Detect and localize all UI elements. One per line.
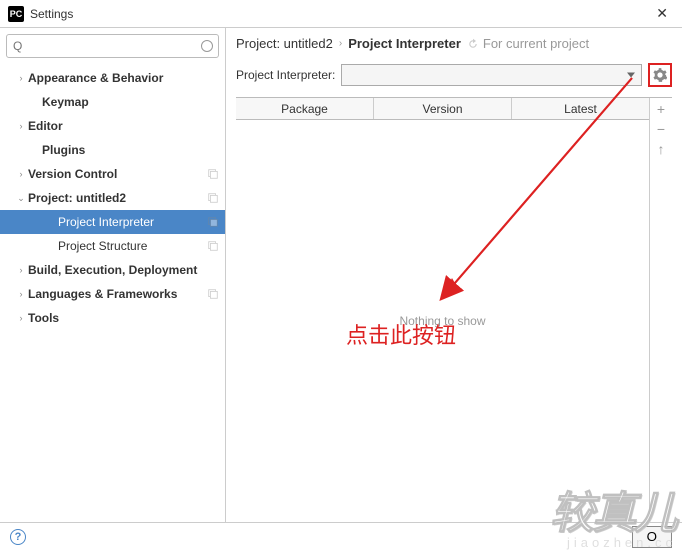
for-current-project-label: For current project <box>483 36 589 51</box>
tree-label: Editor <box>28 119 219 133</box>
tree-item-languages-frameworks[interactable]: ›Languages & Frameworks <box>0 282 225 306</box>
tree-label: Plugins <box>42 143 219 157</box>
titlebar: PC Settings ✕ <box>0 0 682 28</box>
expand-icon: › <box>14 121 28 131</box>
tree-label: Appearance & Behavior <box>28 71 219 85</box>
window-title: Settings <box>30 7 73 21</box>
reset-icon <box>467 38 479 50</box>
remove-package-button[interactable]: − <box>652 120 670 138</box>
tree-item-project-untitled2[interactable]: ⌄Project: untitled2 <box>0 186 225 210</box>
table-body: Nothing to show <box>236 120 649 522</box>
tree-item-project-structure[interactable]: Project Structure <box>0 234 225 258</box>
tree-label: Tools <box>28 311 219 325</box>
scope-icon <box>207 192 219 204</box>
tree-item-tools[interactable]: ›Tools <box>0 306 225 330</box>
tree-label: Project: untitled2 <box>28 191 207 205</box>
tree-label: Keymap <box>42 95 219 109</box>
tree-item-plugins[interactable]: Plugins <box>0 138 225 162</box>
expand-icon: › <box>14 169 28 179</box>
interpreter-dropdown[interactable] <box>341 64 642 86</box>
scope-icon <box>207 216 219 228</box>
th-latest[interactable]: Latest <box>512 98 649 119</box>
expand-icon: › <box>14 73 28 83</box>
tree-label: Project Structure <box>58 239 207 253</box>
tree-label: Build, Execution, Deployment <box>28 263 219 277</box>
gear-icon <box>653 68 667 82</box>
expand-icon: › <box>14 313 28 323</box>
settings-tree: ›Appearance & BehaviorKeymap›EditorPlugi… <box>0 64 225 522</box>
tree-label: Version Control <box>28 167 207 181</box>
dialog-footer: ? O <box>0 522 682 550</box>
scope-icon <box>207 240 219 252</box>
breadcrumb-project: Project: untitled2 <box>236 36 333 51</box>
tree-label: Languages & Frameworks <box>28 287 207 301</box>
ok-button[interactable]: O <box>632 526 672 548</box>
tree-item-keymap[interactable]: Keymap <box>0 90 225 114</box>
breadcrumb: Project: untitled2 › Project Interpreter… <box>236 36 672 51</box>
content-panel: Project: untitled2 › Project Interpreter… <box>226 28 682 522</box>
tree-item-editor[interactable]: ›Editor <box>0 114 225 138</box>
help-button[interactable]: ? <box>10 529 26 545</box>
expand-icon: ⌄ <box>14 193 28 204</box>
scope-icon <box>207 168 219 180</box>
chevron-right-icon: › <box>339 38 342 49</box>
add-package-button[interactable]: + <box>652 100 670 118</box>
breadcrumb-page: Project Interpreter <box>348 36 461 51</box>
empty-text: Nothing to show <box>399 314 485 328</box>
app-icon: PC <box>8 6 24 22</box>
interpreter-label: Project Interpreter: <box>236 68 335 82</box>
upgrade-package-button[interactable]: ↑ <box>652 140 670 158</box>
search-input[interactable] <box>6 34 219 58</box>
th-version[interactable]: Version <box>374 98 512 119</box>
expand-icon: › <box>14 265 28 275</box>
table-header: Package Version Latest <box>236 98 649 120</box>
sidebar: ›Appearance & BehaviorKeymap›EditorPlugi… <box>0 28 226 522</box>
tree-item-build-execution-deployment[interactable]: ›Build, Execution, Deployment <box>0 258 225 282</box>
expand-icon: › <box>14 289 28 299</box>
interpreter-settings-button[interactable] <box>648 63 672 87</box>
tree-label: Project Interpreter <box>58 215 207 229</box>
tree-item-project-interpreter[interactable]: Project Interpreter <box>0 210 225 234</box>
scope-icon <box>207 288 219 300</box>
tree-item-version-control[interactable]: ›Version Control <box>0 162 225 186</box>
th-package[interactable]: Package <box>236 98 374 119</box>
close-icon[interactable]: ✕ <box>650 3 674 24</box>
tree-item-appearance-behavior[interactable]: ›Appearance & Behavior <box>0 66 225 90</box>
